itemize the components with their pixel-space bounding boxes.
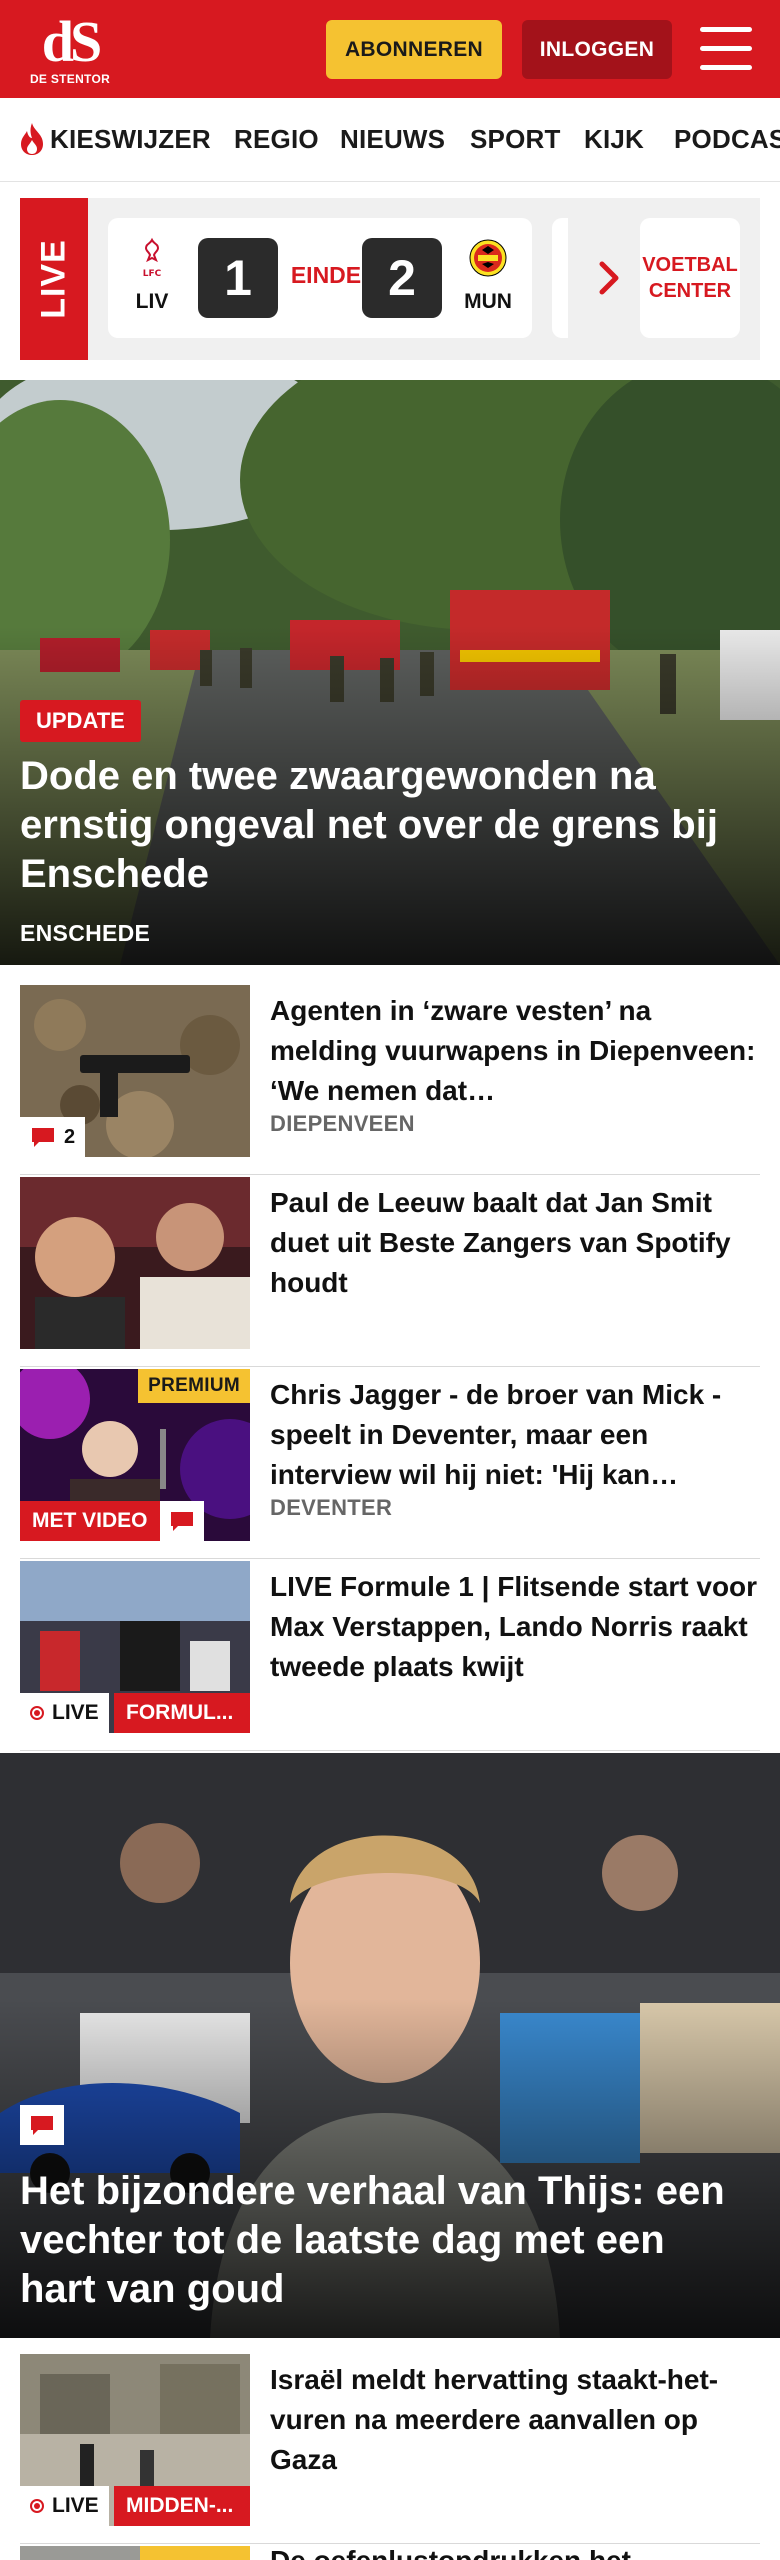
nav-item-sport[interactable]: SPORT [470,124,561,155]
article-thumbnail: PREMIUM MET VIDEO [20,1369,250,1541]
comment-icon [32,1128,54,1147]
category-label: FORMUL... [114,1693,250,1733]
comment-icon [31,2116,53,2135]
live-tag: LIVE [20,198,88,360]
nav-item-kijk[interactable]: KIJK [584,124,644,155]
article-item[interactable]: PREMIUM MET VIDEO Chris Jagger - de broe… [20,1369,760,1559]
live-dot-icon [30,1706,44,1720]
article-title[interactable]: LIVE Formule 1 | Flitsende start voor Ma… [270,1567,760,1687]
article-item[interactable]: LIVE FORMUL... LIVE Formule 1 | Flitsend… [20,1561,760,1751]
live-label: LIVE [20,1693,109,1733]
comment-box [20,2105,64,2145]
article-title[interactable]: Paul de Leeuw baalt dat Jan Smit duet ui… [270,1183,760,1303]
comment-icon [171,1512,193,1531]
away-team-name: MUN [464,290,512,313]
feature-article[interactable]: Het bijzondere verhaal van Thijs: een ve… [0,1753,780,2338]
hero-title[interactable]: Dode en twee zwaargewonden na ernstig on… [20,752,750,899]
article-item[interactable]: Paul de Leeuw baalt dat Jan Smit duet ui… [20,1177,760,1367]
article-thumbnail: 2 [20,985,250,1157]
article-item[interactable]: 2 Agenten in ‘zware vesten’ na melding v… [20,985,760,1175]
menu-icon[interactable] [700,27,752,71]
article-thumbnail: LIVE FORMUL... [20,1561,250,1733]
logo-name: DE STENTOR [29,72,111,86]
live-label: LIVE [20,2486,109,2526]
article-location: DIEPENVEEN [270,1111,415,1136]
nav-item-kieswijzer[interactable]: KIESWIJZER [50,124,211,155]
live-scores-strip: LIVE LFC LIV 1 EINDE 2 MUN VOETBAL CENTE… [20,198,760,360]
liverpool-crest-icon: LFC [143,237,162,279]
subscribe-button[interactable]: ABONNEREN [326,20,502,79]
home-team: LFC LIV [122,236,182,314]
manchester-united-crest-icon [469,239,507,277]
svg-text:LFC: LFC [143,269,162,279]
comment-box [160,1501,204,1541]
hero-location: ENSCHEDE [20,920,151,946]
article-title[interactable]: Agenten in ‘zware vesten’ na melding vuu… [270,991,760,1111]
comment-count: 2 [20,1117,86,1157]
nav-item-nieuws[interactable]: NIEUWS [340,124,445,155]
away-score: 2 [362,238,442,318]
premium-badge: PREMIUM [138,1369,250,1403]
feature-title[interactable]: Het bijzondere verhaal van Thijs: een ve… [20,2167,750,2314]
nav-item-podcasts[interactable]: PODCAS [674,124,780,155]
chevron-right-icon[interactable] [592,256,626,300]
article-title[interactable]: Chris Jagger - de broer van Mick - speel… [270,1375,760,1495]
article-item[interactable]: De oefenlustopdrukken het... [20,2546,760,2560]
article-thumbnail [20,2546,250,2560]
article-title[interactable]: De oefenlustopdrukken het... [270,2546,760,2560]
site-logo[interactable]: dS DE STENTOR [28,9,112,87]
match-card[interactable]: LFC LIV 1 EINDE 2 MUN [108,218,532,338]
category-label: MIDDEN-... [114,2486,250,2526]
home-team-name: LIV [135,290,169,313]
logo-mark: dS [41,9,103,74]
next-match-card[interactable] [552,218,568,338]
match-status: EINDE [290,262,362,288]
football-center-link[interactable]: VOETBAL CENTER [640,218,740,338]
live-dot-icon [30,2499,44,2513]
article-location: DEVENTER [270,1495,393,1520]
article-thumbnail [20,1177,250,1349]
login-button[interactable]: INLOGGEN [522,20,672,79]
nav-item-regio[interactable]: REGIO [234,124,319,155]
flame-icon [21,123,43,155]
main-nav: KIESWIJZER REGIO NIEUWS SPORT KIJK PODCA… [0,98,780,182]
video-label: MET VIDEO [20,1501,160,1541]
site-header: dS DE STENTOR ABONNEREN INLOGGEN [0,0,780,98]
article-title[interactable]: Israël meldt hervatting staakt-het-vuren… [270,2360,760,2480]
hero-article[interactable]: UPDATE Dode en twee zwaargewonden na ern… [0,380,780,965]
update-badge: UPDATE [20,700,141,742]
home-score: 1 [198,238,278,318]
article-item[interactable]: LIVE MIDDEN-... Israël meldt hervatting … [20,2354,760,2544]
away-team: MUN [458,236,518,314]
article-thumbnail: LIVE MIDDEN-... [20,2354,250,2526]
